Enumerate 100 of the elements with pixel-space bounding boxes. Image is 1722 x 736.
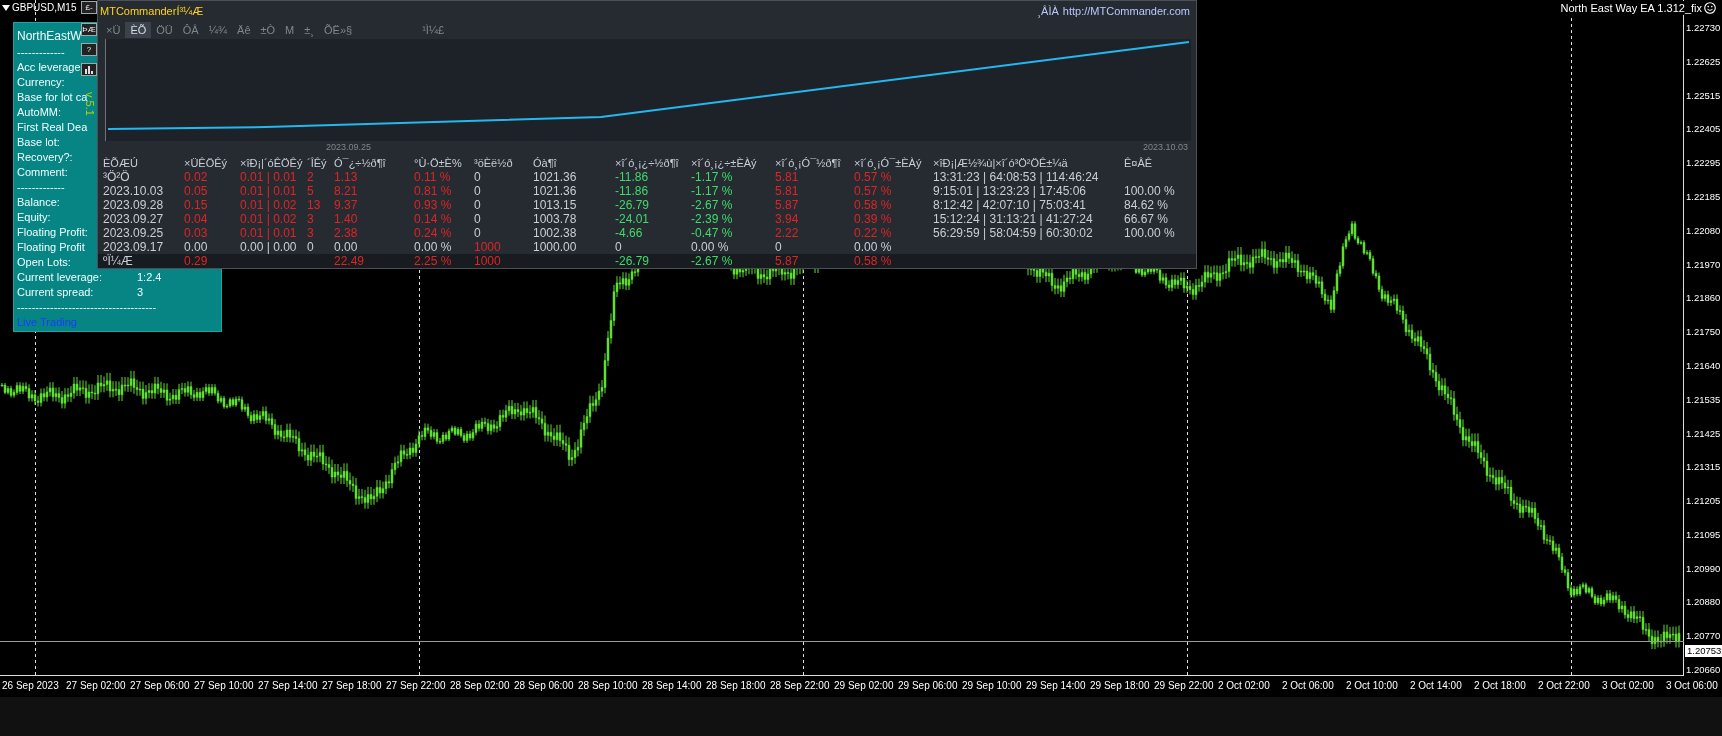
table-cell: -0.47 % [691,226,733,240]
tab[interactable]: ÈÕ [125,22,152,38]
table-cell: 0 [474,184,481,198]
time-label: 28 Sep 18:00 [706,680,766,692]
table-cell: 5.81 [775,170,799,184]
time-label: 28 Sep 22:00 [770,680,830,692]
date-label: 2023.09.25 [326,141,372,154]
info-label: Comment: [17,165,68,180]
table-cell: ³Ö²Ö [103,170,130,184]
current-price-label: 1.20753 [1685,645,1722,657]
table-cell: 3 [307,212,314,226]
table-cell: 0.57 % [854,184,892,198]
table-cell: 2023.09.25 [103,226,164,240]
table-cell: 66.67 % [1124,212,1169,226]
time-label: 28 Sep 06:00 [514,680,574,692]
price-label: 1.21205 [1686,495,1721,508]
time-label: 27 Sep 10:00 [194,680,254,692]
table-cell: 0.15 [184,198,208,212]
info-label: Acc leverage [17,60,81,75]
panel-button[interactable]: ? [81,43,97,56]
column-header: °Ù·Ö±È% [414,156,463,170]
table-cell: 5 [307,184,314,198]
time-label: 29 Sep 14:00 [1026,680,1086,692]
tab[interactable]: ¼¾ [203,22,233,38]
info-label: Base lot: [17,135,60,150]
table-cell: 5.87 [775,198,799,212]
table-cell: 0.14 % [414,212,452,226]
time-label: 2 Oct 14:00 [1410,680,1462,692]
time-label: 2 Oct 06:00 [1282,680,1334,692]
table-cell: 3 [307,226,314,240]
table-cell: -2.67 % [691,198,733,212]
table-cell: 0.29 [184,254,208,268]
table-cell: 0.01 | 0.01 [240,226,297,240]
table-cell: 1.40 [334,212,358,226]
time-label: 28 Sep 02:00 [450,680,510,692]
tab[interactable]: ×Ü [101,22,126,38]
price-label: 1.22625 [1686,55,1721,68]
table-cell: 0 [615,240,622,254]
table-cell: 0 [474,198,481,212]
table-cell: 0.39 % [854,212,892,226]
dashed-divider: ------------- [17,180,65,195]
time-label: 28 Sep 10:00 [578,680,638,692]
price-label: 1.22185 [1686,190,1721,203]
panel-button[interactable]: £- [81,1,97,14]
table-cell: 0 [474,212,481,226]
table-cell: -24.01 [615,212,650,226]
table-cell: 0.01 | 0.02 [240,212,297,226]
table-cell: 0 [474,170,481,184]
column-header: ×îÐ¡|Æ½¾ù|×î´ó³Ö²ÖÊ±¼ä [933,156,1069,170]
table-cell: -11.86 [615,184,649,198]
table-cell: 1013.15 [533,198,577,212]
table-cell: 0.04 [184,212,208,226]
table-cell: 2.38 [334,226,358,240]
price-label: 1.22405 [1686,123,1721,136]
table-cell: 2023.09.27 [103,212,164,226]
tab[interactable]: M [280,22,300,38]
table-cell: 84.62 % [1124,198,1169,212]
chart-button[interactable] [81,63,97,76]
table-cell: 13 [307,198,321,212]
table-cell: 8.21 [334,184,358,198]
column-header: ×î´ó¸¡Ó¯½ð¶î [775,156,842,170]
table-cell: 8:12:42 | 42:07:10 | 75:03:41 [933,198,1087,212]
site-link[interactable]: http://MTCommander.com [1062,5,1190,17]
tab[interactable]: ±Ò [255,22,281,38]
table-cell: 0.22 % [854,226,892,240]
caret-icon[interactable] [2,5,10,11]
column-header: ÈÕÆÚ [103,156,139,170]
time-label: 29 Sep 10:00 [962,680,1022,692]
table-cell: -1.17 % [691,170,733,184]
table-cell: 2.25 % [414,254,452,268]
time-label: 27 Sep 14:00 [258,680,318,692]
table-cell: 1021.36 [533,184,577,198]
price-label: 1.21425 [1686,427,1721,440]
table-cell: 0.00 % [414,240,452,254]
table-cell: 2.22 [775,226,799,240]
info-label: Current spread: [17,285,94,300]
table-cell: 0.11 % [414,170,451,184]
table-cell: 0.81 % [414,184,452,198]
tab[interactable]: ±¸ [299,22,319,38]
tab[interactable]: ÕË»§ [319,22,358,38]
date-label: 2023.10.03 [1142,141,1188,154]
time-label: 2 Oct 02:00 [1218,680,1270,692]
price-label: 1.21095 [1686,528,1721,541]
table-cell: -2.39 % [691,212,733,226]
info-label: Current leverage: [17,270,102,285]
panel-button[interactable]: ÞÆ [81,23,97,36]
tab[interactable]: ÔÂ [177,22,204,38]
price-label: 1.21860 [1686,292,1721,305]
table-cell: 9.37 [334,198,358,212]
tab[interactable]: Äê [232,22,256,38]
tab[interactable]: ÖÜ [151,22,178,38]
dashed-divider: ------------- [17,45,65,60]
time-label: 27 Sep 02:00 [66,680,126,692]
time-label: 27 Sep 22:00 [386,680,446,692]
table-cell: 0.05 [184,184,208,198]
tab[interactable]: ¹Ì¼£ [417,22,450,38]
column-header: ×î´ó¸¡¿÷±ÈÀý [691,156,758,170]
time-label: 27 Sep 18:00 [322,680,382,692]
price-label: 1.21750 [1686,326,1721,339]
price-label: 1.22730 [1686,22,1721,34]
